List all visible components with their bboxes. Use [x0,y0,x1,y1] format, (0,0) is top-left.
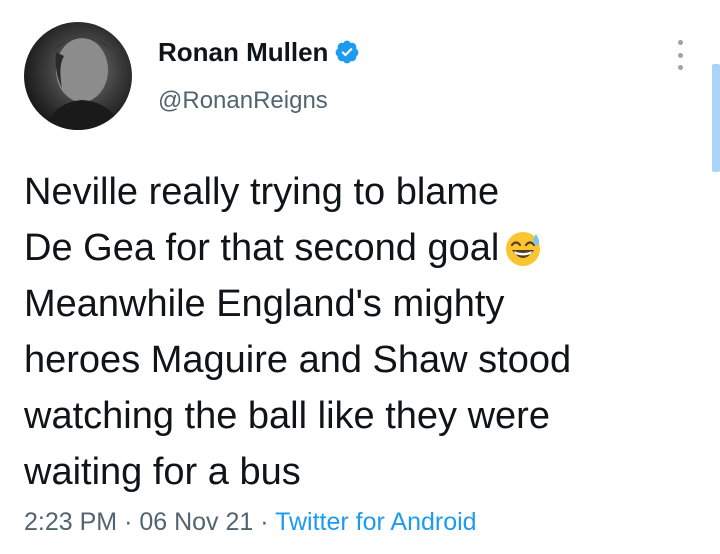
more-options-icon[interactable] [668,40,692,70]
tweet-text-line-with-emoji: De Gea for that second goal [24,220,704,276]
avatar-photo [44,37,122,130]
tweet-text-line: waiting for a bus [24,451,301,493]
tweet-metadata: 2:23 PM · 06 Nov 21 · Twitter for Androi… [24,506,477,538]
tweet-text-line: heroes Maguire and Shaw stood [24,339,572,381]
tweet-text-line: De Gea for that second goal [24,227,500,269]
author-handle[interactable]: @RonanReigns [158,86,328,116]
author-display-name[interactable]: Ronan Mullen [158,36,328,68]
avatar[interactable] [24,22,132,130]
meta-separator: · [260,508,269,536]
tweet-text-line: Neville really trying to blame [24,171,500,213]
tweet-text: Neville really trying to blame De Gea fo… [24,164,704,500]
verified-badge-icon [336,40,359,64]
scrollbar[interactable] [712,64,720,172]
tweet-text-line: Meanwhile England's mighty [24,283,505,325]
author-name-row[interactable]: Ronan Mullen [158,36,360,68]
tweet-time[interactable]: 2:23 PM [24,508,117,536]
meta-separator: · [124,508,133,536]
tweet-text-line: watching the ball like they were [24,395,550,437]
tweet-date[interactable]: 06 Nov 21 [139,508,253,536]
grinning-face-with-sweat-icon [506,232,541,266]
tweet-source-link[interactable]: Twitter for Android [275,508,476,536]
